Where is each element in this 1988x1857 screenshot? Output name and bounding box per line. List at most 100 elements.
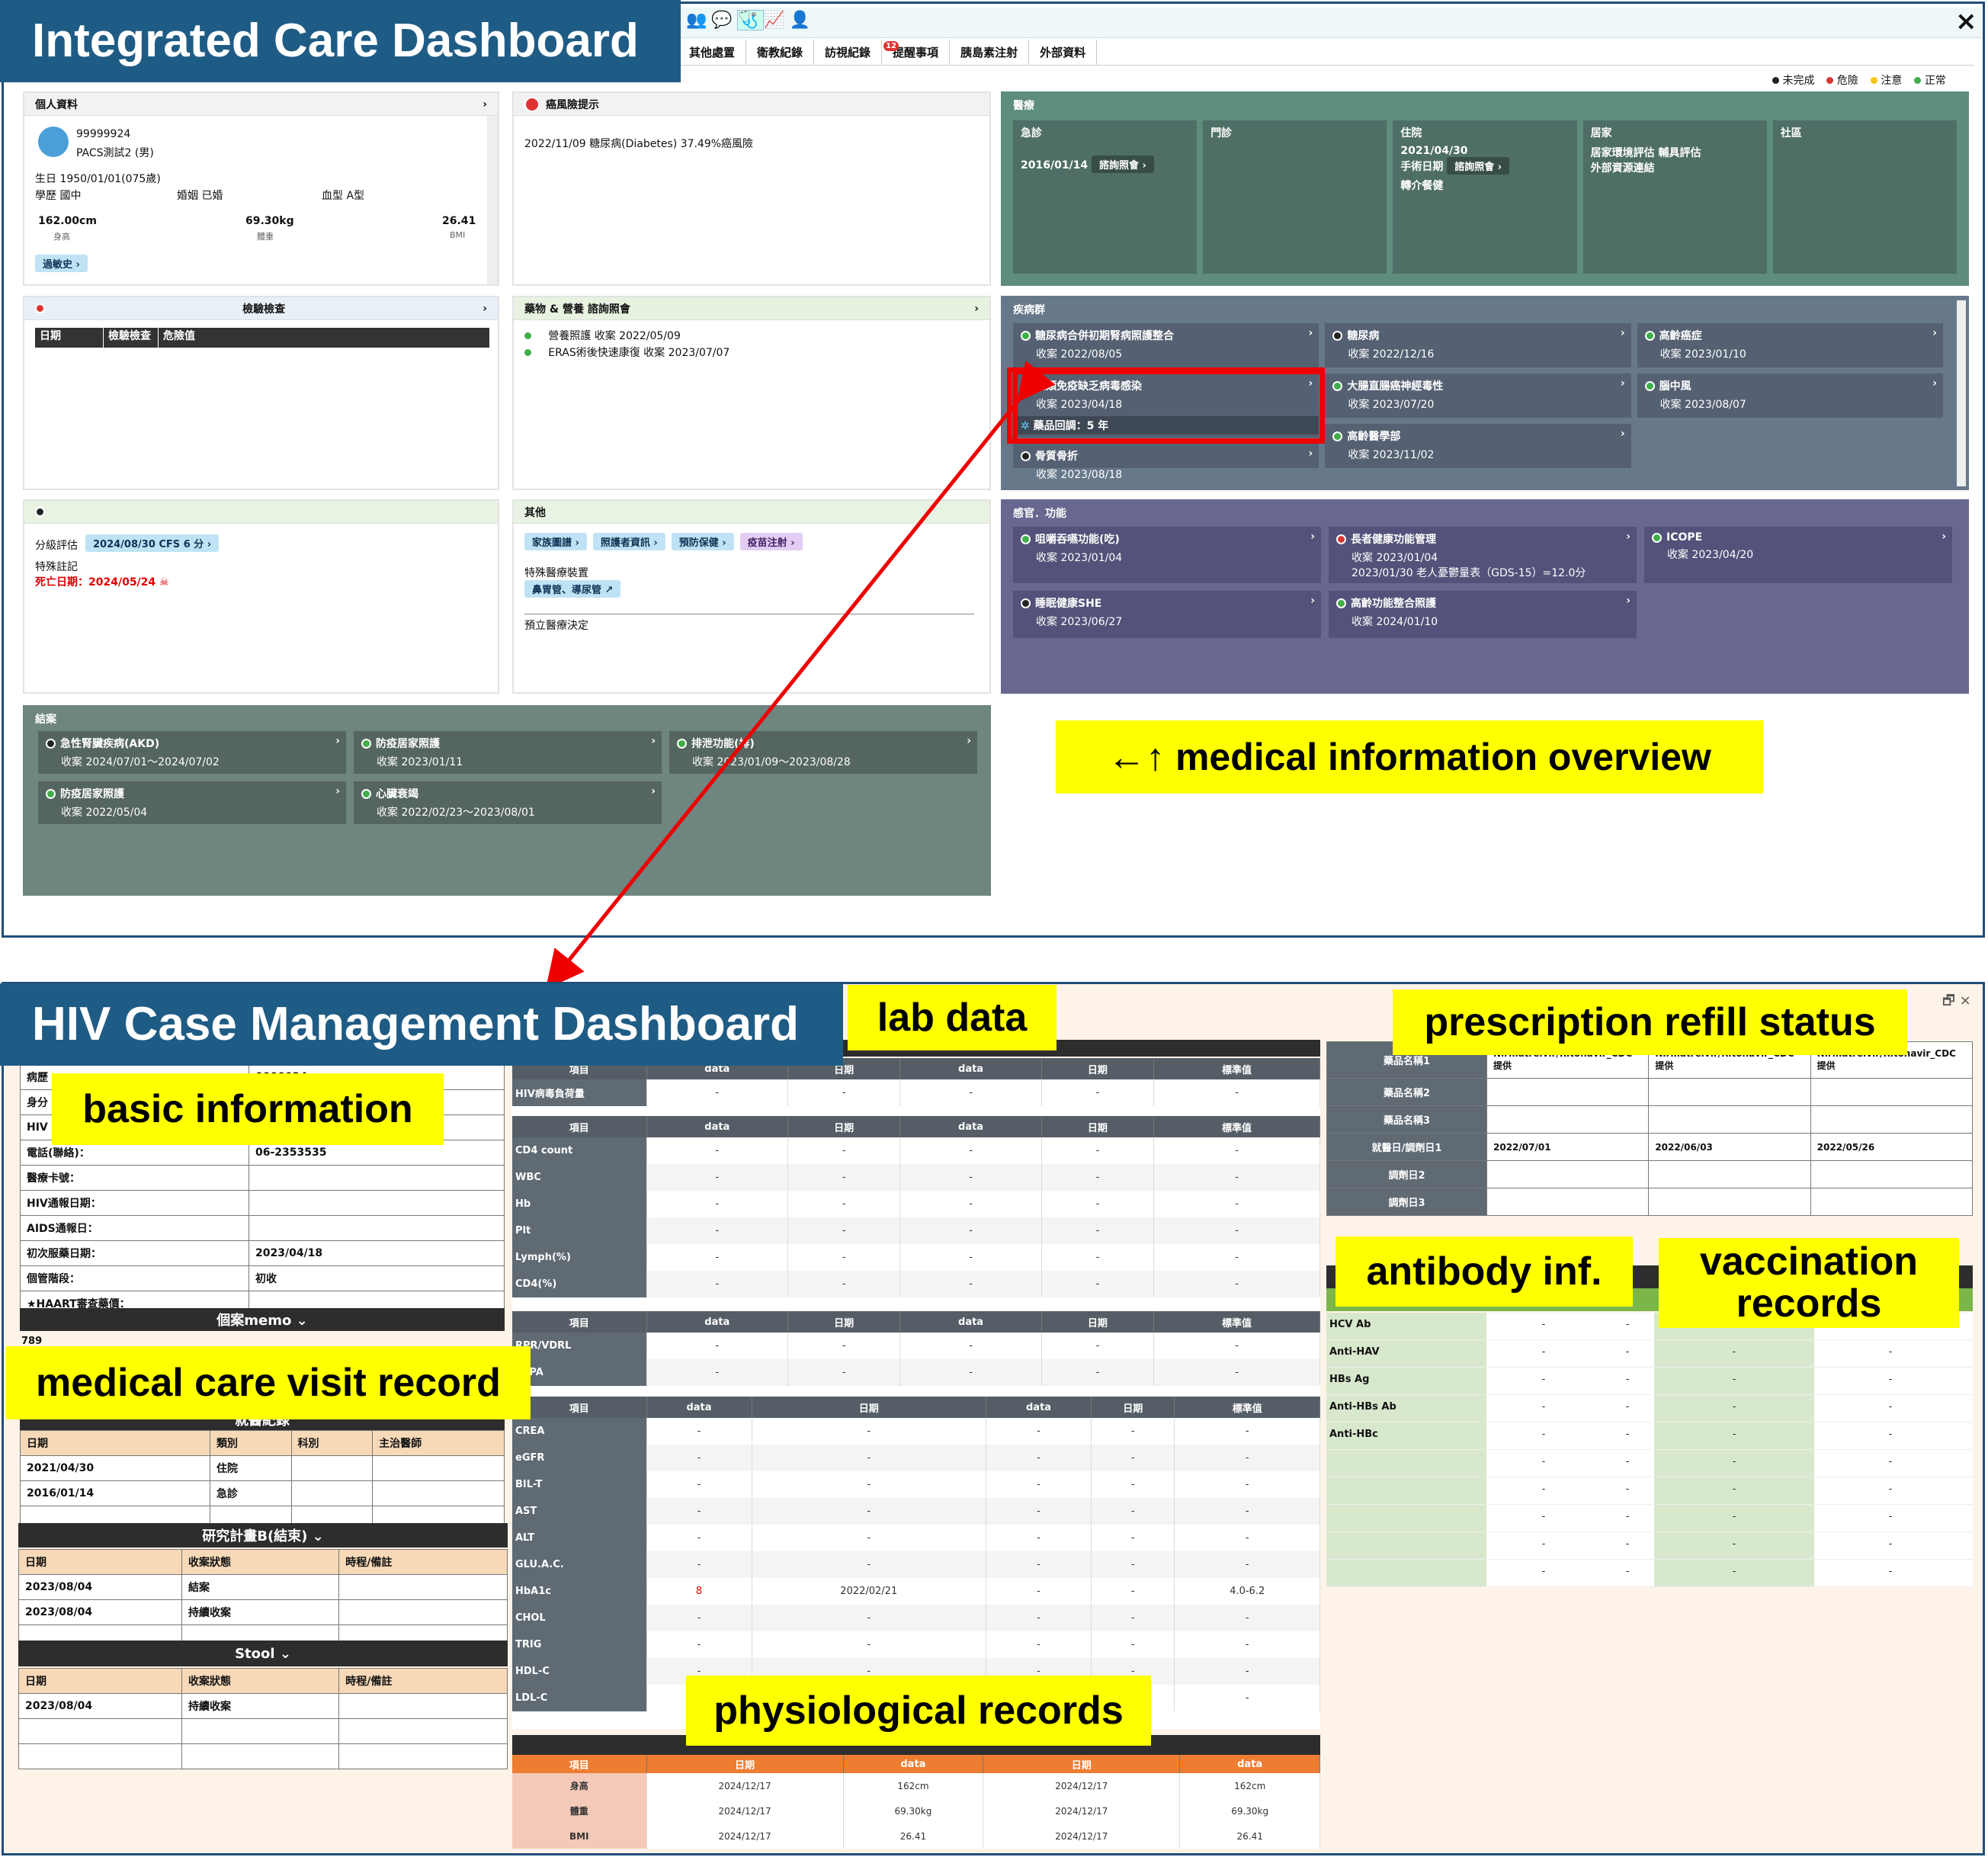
- home-eval[interactable]: 居家環境評估 輔具評估: [1591, 145, 1759, 160]
- caregiver-button[interactable]: 照護者資訊 ›: [592, 533, 665, 550]
- lab-row[interactable]: CHOL - - - - -: [512, 1605, 1320, 1631]
- tab-education[interactable]: 衛教紀錄: [746, 40, 815, 66]
- research-header[interactable]: 研究計畫B(結束) ⌄: [18, 1523, 508, 1548]
- closed-card[interactable]: 心臟衰竭 收案 2022/02/23～2023/08/01 ›: [354, 781, 662, 824]
- disease-card[interactable]: 糖尿病合併初期腎病照護整合 收案 2022/08/05 ›: [1013, 323, 1319, 367]
- chart-icon[interactable]: 📈: [764, 11, 789, 30]
- lab-row[interactable]: TRIG - - - - -: [512, 1631, 1320, 1658]
- group-icon[interactable]: 👥: [686, 11, 711, 30]
- sense-card[interactable]: ICOPE 收案 2023/04/20 ›: [1644, 527, 1952, 583]
- disease-card[interactable]: 高齡癌症 收案 2023/01/10 ›: [1637, 323, 1943, 367]
- alert-user-icon[interactable]: 👤: [790, 11, 815, 30]
- chevron-right-icon[interactable]: ›: [1932, 327, 1937, 339]
- tab-insulin[interactable]: 胰島素注射: [950, 40, 1030, 66]
- sense-card[interactable]: 長者健康功能管理 收案 2023/01/04 2023/01/30 老人憂鬱量表（G…: [1329, 527, 1637, 583]
- consult-button[interactable]: 諮詢照會 ›: [1092, 156, 1154, 173]
- chevron-right-icon[interactable]: ›: [1621, 428, 1625, 440]
- antibody-row[interactable]: Anti-HBc - - - -: [1326, 1422, 1973, 1450]
- closed-card[interactable]: 急性腎臟疾病(AKD) 收案 2024/07/01～2024/07/02 ›: [38, 731, 346, 774]
- closed-card[interactable]: 排泄功能(排) 收案 2023/01/09～2023/08/28 ›: [669, 731, 977, 774]
- lab-row[interactable]: eGFR - - - - -: [512, 1445, 1320, 1471]
- chevron-right-icon[interactable]: ›: [967, 735, 971, 747]
- chevron-right-icon[interactable]: ›: [1310, 531, 1315, 543]
- lab-row[interactable]: CREA - - - - -: [512, 1418, 1320, 1445]
- vaccine-button[interactable]: 疫苗注射 ›: [739, 533, 803, 550]
- tab-reminder[interactable]: 12 提醒事項: [882, 40, 951, 66]
- antibody-row[interactable]: ----: [1326, 1560, 1973, 1587]
- lab-row[interactable]: WBC - - - - -: [512, 1164, 1320, 1191]
- sense-card[interactable]: 睡眠健康SHE 收案 2023/06/27 ›: [1013, 591, 1321, 638]
- antibody-row[interactable]: Anti-HAV - - - -: [1326, 1340, 1973, 1368]
- close-icon[interactable]: ×: [1960, 993, 1971, 1009]
- cfs-button[interactable]: 2024/08/30 CFS 6 分 ›: [85, 534, 220, 552]
- hospital-col-emergency[interactable]: 急診 2016/01/14 諮詢照會 ›: [1013, 120, 1198, 274]
- scrollbar[interactable]: [487, 116, 498, 284]
- antibody-row[interactable]: ----: [1326, 1477, 1973, 1505]
- allergy-button[interactable]: 過敏史 ›: [35, 255, 88, 272]
- disease-card[interactable]: 腦中風 收案 2023/08/07 ›: [1637, 374, 1943, 418]
- chevron-right-icon[interactable]: ›: [1621, 327, 1625, 339]
- scrollbar[interactable]: [1957, 300, 1966, 486]
- hospital-col-community[interactable]: 社區: [1772, 120, 1957, 274]
- lab-row[interactable]: ALT - - - - -: [512, 1525, 1320, 1551]
- consult-button[interactable]: 諮詢照會 ›: [1447, 157, 1510, 175]
- disease-card[interactable]: 糖尿病 收案 2022/12/16 ›: [1325, 323, 1631, 367]
- chevron-right-icon[interactable]: ›: [483, 303, 487, 315]
- closed-card[interactable]: 防疫居家照護 收案 2022/05/04 ›: [38, 781, 346, 824]
- antibody-row[interactable]: ----: [1326, 1505, 1973, 1532]
- chevron-right-icon[interactable]: ›: [335, 735, 340, 747]
- tube-button[interactable]: 鼻胃管、導尿管 ↗: [524, 580, 621, 598]
- drug-item-1[interactable]: 營養照護 收案 2022/05/09: [524, 328, 681, 343]
- lab-row[interactable]: HbA1c 8 2022/02/21- -4.0-6.2: [512, 1578, 1320, 1605]
- prevention-button[interactable]: 預防保健 ›: [671, 533, 734, 550]
- hospital-col-inpatient[interactable]: 住院 2021/04/30 手術日期 諮詢照會 › 轉介餐健: [1393, 120, 1577, 274]
- disease-card[interactable]: 骨質骨折 收案 2023/08/18 ›: [1013, 444, 1319, 481]
- lab-row[interactable]: Hb - - - - -: [512, 1191, 1320, 1217]
- lab-row[interactable]: AST - - - - -: [512, 1498, 1320, 1525]
- sense-card[interactable]: 高齡功能整合照護 收案 2024/01/10 ›: [1329, 591, 1637, 638]
- antibody-row[interactable]: HBs Ag - - - -: [1326, 1368, 1973, 1395]
- hospital-col-home[interactable]: 居家 居家環境評估 輔具評估 外部資源連結: [1582, 120, 1767, 274]
- chat-icon[interactable]: 💬: [711, 11, 736, 30]
- antibody-row[interactable]: ----: [1326, 1450, 1973, 1477]
- lab-row[interactable]: GLU.A.C. - - - - -: [512, 1551, 1320, 1578]
- lab-row[interactable]: RPR/VDRL - - - - -: [512, 1333, 1320, 1359]
- chevron-right-icon[interactable]: ›: [1626, 531, 1630, 543]
- chevron-right-icon[interactable]: ›: [1309, 447, 1313, 460]
- chevron-right-icon[interactable]: ›: [651, 735, 656, 747]
- tab-external-data[interactable]: 外部資料: [1029, 40, 1098, 66]
- antibody-row[interactable]: Anti-HBs Ab - - - -: [1326, 1395, 1973, 1422]
- disease-card[interactable]: 高齡醫學部 收案 2023/11/02 ›: [1325, 424, 1631, 468]
- doctor-icon[interactable]: 🩺: [736, 10, 765, 30]
- chevron-right-icon[interactable]: ›: [1310, 595, 1315, 607]
- chevron-right-icon[interactable]: ›: [651, 785, 656, 797]
- lab-row[interactable]: HIV病毒負荷量 - - - - -: [512, 1079, 1320, 1106]
- stool-header[interactable]: Stool ⌄: [18, 1641, 508, 1666]
- sense-card[interactable]: 咀嚼吞嚥功能(吃) 收案 2023/01/04 ›: [1013, 527, 1321, 583]
- lab-row[interactable]: CD4 count - - - - -: [512, 1137, 1320, 1164]
- lab-row[interactable]: TPPA-----: [512, 1359, 1320, 1386]
- family-tree-button[interactable]: 家族圖譜 ›: [524, 533, 587, 550]
- chevron-right-icon[interactable]: ›: [1309, 327, 1313, 339]
- lab-row[interactable]: Plt - - - - -: [512, 1217, 1320, 1244]
- tab-visit-record[interactable]: 訪視紀錄: [814, 40, 883, 66]
- chevron-right-icon[interactable]: ›: [483, 98, 487, 111]
- chevron-right-icon[interactable]: ›: [974, 303, 979, 315]
- hospital-col-outpatient[interactable]: 門診: [1203, 120, 1387, 274]
- chevron-right-icon[interactable]: ›: [1621, 377, 1625, 390]
- restore-icon[interactable]: 🗗: [1942, 993, 1955, 1009]
- lab-row[interactable]: Lymph(%) - - - - -: [512, 1244, 1320, 1271]
- lab-row[interactable]: BIL-T - - - - -: [512, 1471, 1320, 1498]
- drug-item-2[interactable]: ERAS術後快速康復 收案 2023/07/07: [524, 345, 729, 360]
- memo-header[interactable]: 個案memo ⌄: [20, 1308, 505, 1331]
- close-icon[interactable]: ×: [1955, 6, 1977, 37]
- disease-card[interactable]: 大腸直腸癌神經毒性 收案 2023/07/20 ›: [1325, 374, 1631, 418]
- lab-row[interactable]: CD4(%) - - - - -: [512, 1271, 1320, 1297]
- tab-other-treatment[interactable]: 其他處置: [678, 40, 747, 66]
- chevron-right-icon[interactable]: ›: [1932, 377, 1937, 390]
- chevron-right-icon[interactable]: ›: [1942, 531, 1946, 543]
- antibody-row[interactable]: ----: [1326, 1532, 1973, 1560]
- chevron-right-icon[interactable]: ›: [335, 785, 340, 797]
- closed-card[interactable]: 防疫居家照護 收案 2023/01/11 ›: [354, 731, 662, 774]
- chevron-right-icon[interactable]: ›: [1626, 595, 1630, 607]
